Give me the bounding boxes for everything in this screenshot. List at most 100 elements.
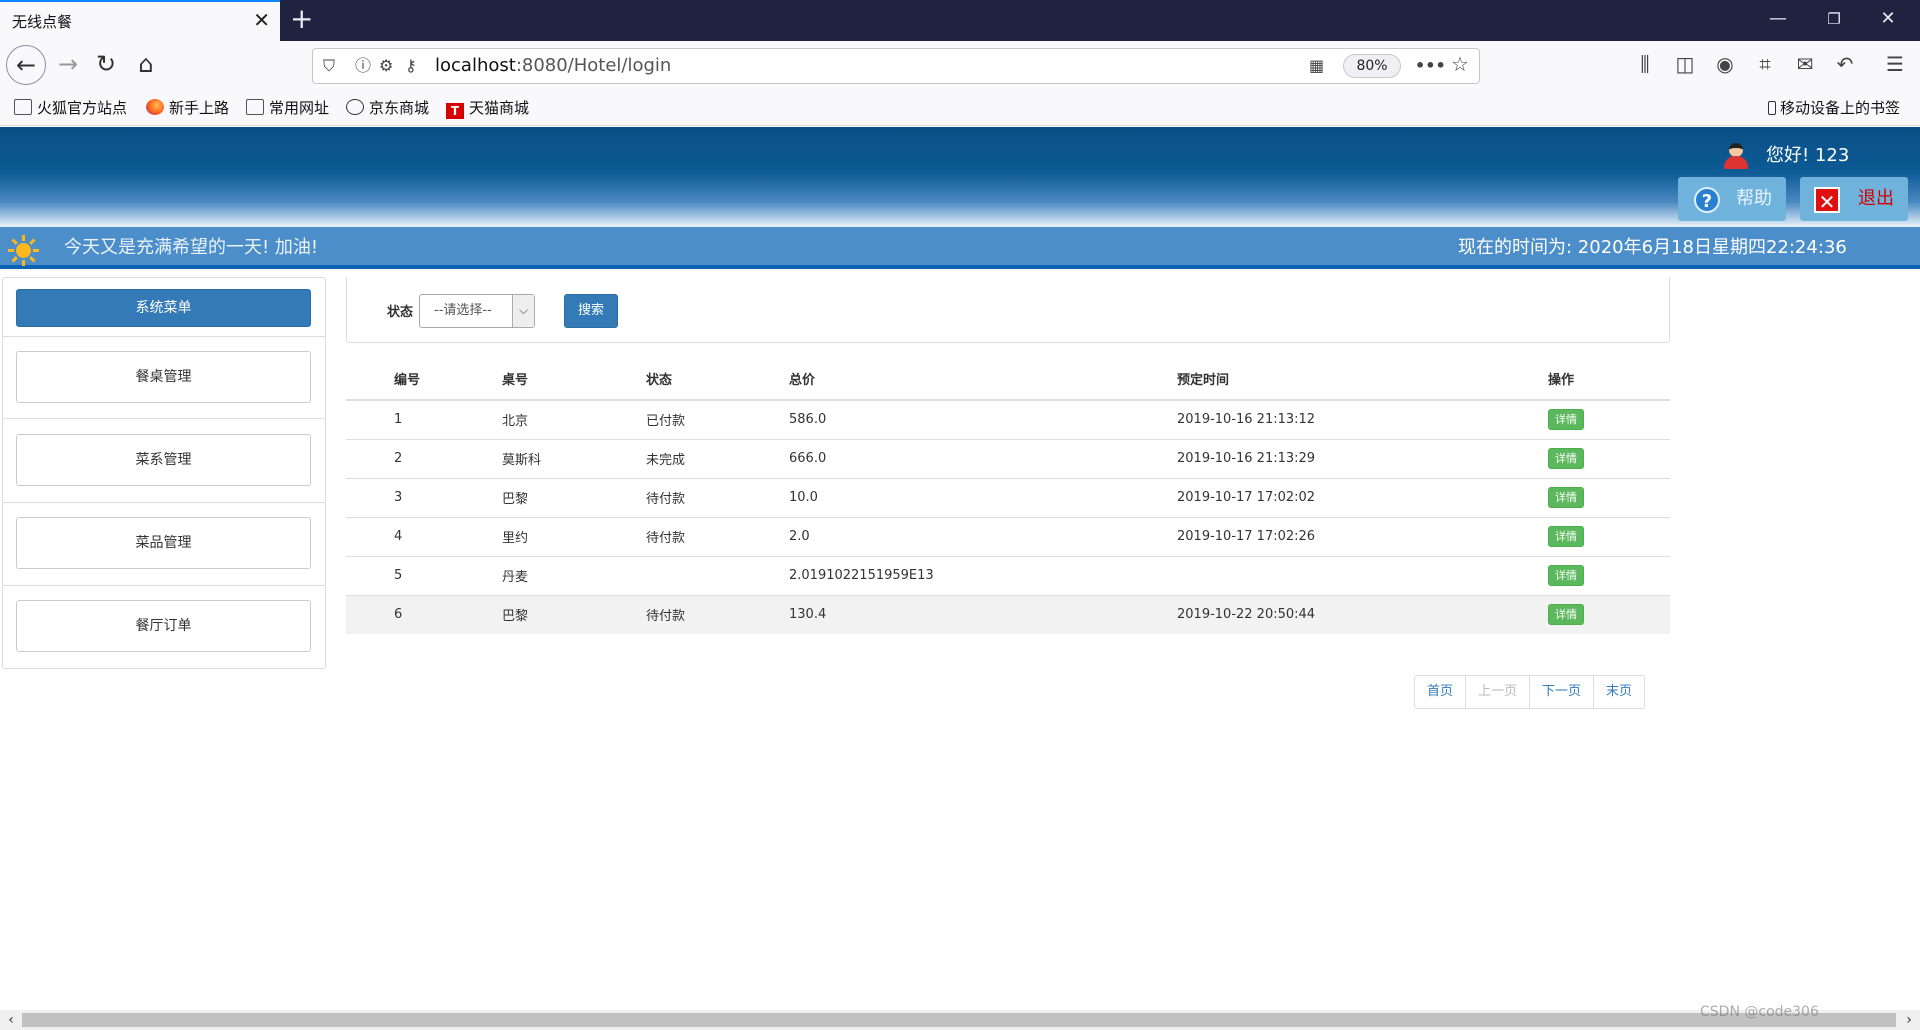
cell-total: 130.4 [741,594,1129,634]
info-icon[interactable]: ⓘ [355,55,371,77]
divider [3,336,325,337]
exit-button[interactable]: ✕ 退出 [1800,177,1908,221]
cell-id: 2 [346,438,454,478]
column-header: 操作 [1500,358,1670,401]
screenshot-icon[interactable]: ⌗ [1750,51,1780,77]
bookmarks-bar: 火狐官方站点 新手上路 常用网址 京东商城 T 天猫商城 移动设备上的书签 [0,90,1920,126]
cell-status: 未完成 [598,438,741,478]
status-select[interactable]: --请选择-- ⌵ [419,294,535,328]
library-icon[interactable]: ⫼ [1630,51,1660,77]
table-row: 1 北京 已付款 586.0 2019-10-16 21:13:12 详情 [346,399,1670,439]
bookmark-star-icon[interactable]: ☆ [1451,53,1469,75]
chevron-down-icon: ⌵ [512,295,534,327]
cell-time: 2019-10-16 21:13:29 [1129,438,1500,478]
globe-icon [346,99,364,115]
url-bar[interactable]: ⛉ ⓘ ⚙ ⚷ localhost:8080/Hotel/login ▦ 80%… [312,48,1480,84]
forward-icon[interactable]: → [50,47,86,83]
table-row: 4 里约 待付款 2.0 2019-10-17 17:02:26 详情 [346,516,1670,556]
sidebar-item-orders[interactable]: 餐厅订单 [16,600,311,652]
avatar [1722,141,1750,169]
folder-icon [14,99,32,115]
mobile-bookmarks-label: 移动设备上的书签 [1780,99,1901,117]
detail-button[interactable]: 详情 [1548,409,1584,431]
column-header: 预定时间 [1129,358,1500,401]
mobile-bookmarks[interactable]: 移动设备上的书签 [1768,98,1900,118]
watermark: CSDN @code306 [1700,1004,1819,1020]
back-icon[interactable]: ← [6,45,46,85]
bookmark-item[interactable]: 常用网址 [246,98,329,118]
cell-total: 586.0 [741,399,1129,439]
bookmark-item[interactable]: 京东商城 [346,98,429,118]
search-panel: 状态 --请选择-- ⌵ 搜索 [346,277,1670,343]
sidebar-icon[interactable]: ◫ [1670,51,1700,77]
cell-action: 详情 [1500,516,1670,556]
next-page-link[interactable]: 下一页 [1529,675,1595,709]
key-icon[interactable]: ⚷ [405,55,417,77]
bookmark-label: 新手上路 [169,99,230,117]
firefox-icon [146,99,164,115]
scroll-right-icon[interactable]: › [1900,1010,1918,1030]
url-host: localhost [435,55,516,76]
help-label: 帮助 [1736,188,1772,209]
sidebar-item-tables[interactable]: 餐桌管理 [16,351,311,403]
cell-id: 4 [346,516,454,556]
sidebar-item-dishes[interactable]: 菜品管理 [16,517,311,569]
phone-icon [1768,101,1776,115]
account-icon[interactable]: ◉ [1710,51,1740,77]
divider [3,418,325,419]
browser-tab[interactable]: 无线点餐 ✕ [0,0,280,41]
url-path: :8080/Hotel/login [515,55,672,76]
page-header: 您好! 123 ? 帮助 ✕ 退出 [0,127,1920,227]
last-page-link[interactable]: 末页 [1593,675,1646,709]
shield-icon[interactable]: ⛉ [323,55,335,77]
zoom-level[interactable]: 80% [1343,54,1401,78]
new-tab-icon[interactable]: + [290,4,313,34]
scrollbar-thumb[interactable] [22,1013,1896,1027]
detail-button[interactable]: 详情 [1548,565,1584,586]
cell-action: 详情 [1500,594,1670,634]
home-icon[interactable]: ⌂ [128,47,164,83]
system-menu-button[interactable]: 系统菜单 [16,289,311,327]
scroll-left-icon[interactable]: ‹ [2,1010,20,1030]
cell-table: 里约 [454,516,598,556]
restore-icon[interactable]: ❐ [1814,6,1854,32]
more-actions-icon[interactable]: ••• [1415,55,1446,77]
minimize-icon[interactable]: — [1758,6,1798,32]
column-header: 总价 [741,358,1129,401]
qr-code-icon[interactable]: ▦ [1309,55,1324,77]
cell-total: 666.0 [741,438,1129,478]
cell-id: 5 [346,555,454,595]
close-tab-icon[interactable]: ✕ [253,9,270,31]
cell-action: 详情 [1500,438,1670,478]
motto-text: 今天又是充满希望的一天! 加油! [64,237,319,258]
cell-action: 详情 [1500,399,1670,439]
help-button[interactable]: ? 帮助 [1678,177,1786,221]
detail-button[interactable]: 详情 [1548,448,1584,469]
prev-page-link[interactable]: 上一页 [1465,675,1531,709]
permissions-icon[interactable]: ⚙ [379,55,393,77]
menu-icon[interactable]: ☰ [1880,51,1910,77]
bookmark-item[interactable]: 火狐官方站点 [14,98,127,118]
first-page-link[interactable]: 首页 [1414,675,1467,709]
chat-icon[interactable]: ✉ [1790,51,1820,77]
detail-button[interactable]: 详情 [1548,604,1584,626]
window-close-icon[interactable]: ✕ [1868,6,1908,32]
reload-icon[interactable]: ↻ [88,47,124,83]
bookmark-item[interactable]: 新手上路 [146,98,229,118]
bookmark-item[interactable]: T 天猫商城 [446,98,529,119]
cell-table: 巴黎 [454,594,598,634]
table-row: 2 莫斯科 未完成 666.0 2019-10-16 21:13:29 详情 [346,438,1670,478]
horizontal-scrollbar[interactable]: ‹ › [0,1010,1920,1030]
detail-button[interactable]: 详情 [1548,526,1584,547]
column-header: 状态 [598,358,741,401]
undo-icon[interactable]: ↶ [1830,51,1860,77]
exit-label: 退出 [1858,188,1894,209]
search-button[interactable]: 搜索 [564,294,618,328]
table-row: 3 巴黎 待付款 10.0 2019-10-17 17:02:02 详情 [346,477,1670,517]
help-icon: ? [1694,187,1720,213]
cell-table: 巴黎 [454,477,598,517]
table-row: 6 巴黎 待付款 130.4 2019-10-22 20:50:44 详情 [346,594,1670,634]
sidebar-item-cuisines[interactable]: 菜系管理 [16,434,311,486]
url-text[interactable]: localhost:8080/Hotel/login [435,55,671,77]
detail-button[interactable]: 详情 [1548,487,1584,508]
